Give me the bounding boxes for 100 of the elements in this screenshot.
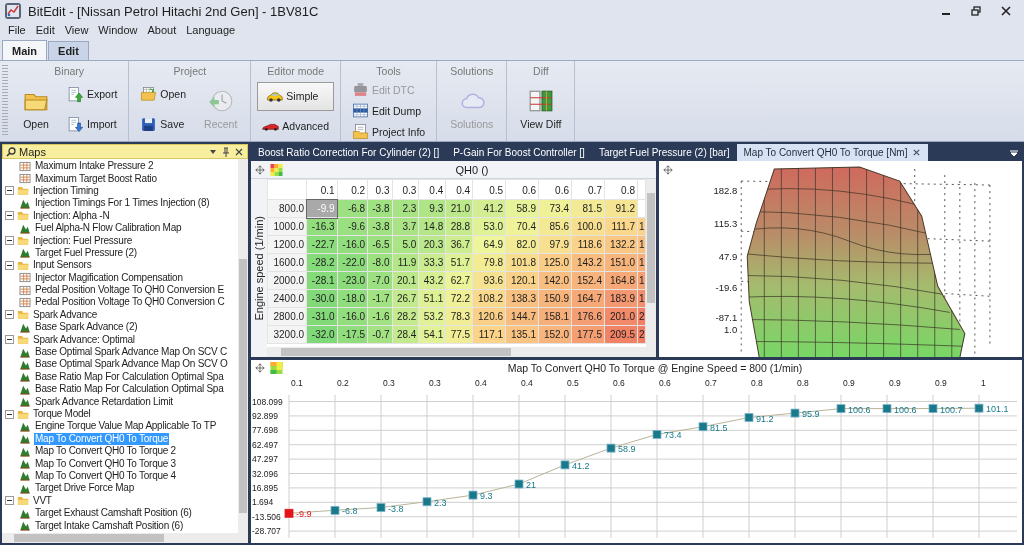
ribbon-button[interactable]: Export xyxy=(62,83,123,105)
tree-item[interactable]: Map To Convert QH0 To Torque 2 xyxy=(34,445,177,458)
tree-item[interactable]: Base Optimal Spark Advance Map On SCV C xyxy=(34,346,228,359)
tree-folder[interactable]: Spark Advance xyxy=(32,308,98,321)
ribbon-button[interactable]: Open xyxy=(135,83,192,105)
collapse-icon[interactable] xyxy=(5,409,14,419)
tree-item[interactable]: Target Intake Camshaft Position (6) xyxy=(34,519,184,532)
data-point[interactable] xyxy=(790,408,800,418)
table-cell[interactable]: 1 xyxy=(637,217,646,236)
collapse-icon[interactable] xyxy=(5,496,14,506)
data-point[interactable] xyxy=(652,430,662,439)
ribbon-button[interactable]: Simple xyxy=(257,81,335,111)
data-point[interactable] xyxy=(468,490,478,500)
collapse-icon[interactable] xyxy=(5,310,14,320)
ribbon-button[interactable]: Save xyxy=(135,113,192,135)
tree-item[interactable]: Injection Timings For 1 Times Injection (8) xyxy=(34,197,211,210)
table-cell[interactable]: 2 xyxy=(637,325,646,344)
data-point[interactable] xyxy=(284,508,294,518)
move-icon[interactable] xyxy=(255,164,265,175)
tree-item[interactable]: Pedal Position Voltage To QH0 Conversion C xyxy=(34,296,226,309)
tree-item[interactable]: Fuel Alpha-N Flow Calibration Map xyxy=(34,222,183,235)
data-point[interactable] xyxy=(376,503,386,512)
tree-folder[interactable]: VVT xyxy=(32,494,53,507)
table-cell[interactable]: 2 xyxy=(637,307,646,326)
data-point[interactable] xyxy=(928,404,938,413)
menu-item[interactable]: View xyxy=(59,24,94,36)
heatmap-icon[interactable] xyxy=(270,361,283,374)
data-point[interactable] xyxy=(836,404,846,414)
data-point[interactable] xyxy=(882,404,892,414)
menu-item[interactable]: File xyxy=(3,24,31,36)
tree-item[interactable]: Maximum Target Boost Ratio xyxy=(34,172,158,185)
move-icon[interactable] xyxy=(663,165,673,175)
ribbon-tab[interactable]: Edit xyxy=(48,41,89,60)
ribbon-tab[interactable]: Main xyxy=(2,40,48,60)
tree-item[interactable]: Base Ratio Map For Calculation Optimal Spa xyxy=(34,370,225,383)
tree-item[interactable]: Map To Convert QH0 To Torque 4 xyxy=(34,469,177,482)
data-point[interactable] xyxy=(744,413,754,422)
data-point[interactable] xyxy=(560,460,570,470)
ribbon-button[interactable]: Edit Dump xyxy=(347,100,431,121)
tree-item[interactable]: Base Ratio Map For Calculation Optimal Spa xyxy=(34,383,225,396)
menu-item[interactable]: Edit xyxy=(30,24,60,36)
tree-item[interactable]: Base Optimal Spark Advance Map On SCV O xyxy=(34,358,229,371)
menu-item[interactable]: Language xyxy=(181,24,241,36)
collapse-icon[interactable] xyxy=(5,260,14,270)
tree-item[interactable]: Spark Advance Retardation Limit xyxy=(34,395,174,408)
tree-folder[interactable]: Spark Advance: Optimal xyxy=(32,333,136,346)
table-cell[interactable]: 1 xyxy=(637,253,646,272)
ribbon-button[interactable]: Advanced xyxy=(257,115,335,137)
data-label: 91.2 xyxy=(756,413,774,424)
tree-item[interactable]: Maximum Intake Pressure 2 xyxy=(34,160,155,173)
tree-folder[interactable]: Input Sensors xyxy=(32,259,93,272)
collapse-icon[interactable] xyxy=(5,211,14,221)
tab-list-icon[interactable] xyxy=(1009,147,1019,158)
close-icon[interactable] xyxy=(1001,6,1011,16)
restore-icon[interactable] xyxy=(971,6,981,16)
tree-item[interactable]: Map To Convert QH0 To Torque 3 xyxy=(34,457,177,470)
tree-item[interactable]: Injector Magification Compensation xyxy=(34,271,184,284)
tree-item[interactable]: Target Drive Force Map xyxy=(34,482,135,495)
ribbon-button[interactable]: Import xyxy=(62,113,123,135)
document-tab[interactable]: Boost Ratio Correction For Cylinder (2) [] xyxy=(251,144,447,161)
tree-item[interactable]: Pedal Position Voltage To QH0 Conversion E xyxy=(34,284,225,297)
tree-folder[interactable]: Injection Timing xyxy=(32,184,100,197)
tree-item[interactable]: Engine Torque Value Map Applicable To TP xyxy=(34,420,218,433)
data-point[interactable] xyxy=(514,479,524,489)
close-icon[interactable] xyxy=(912,148,922,157)
data-point[interactable] xyxy=(330,505,340,515)
scrollbar[interactable] xyxy=(646,179,656,357)
folder-icon xyxy=(17,259,29,271)
ribbon-button[interactable]: Open xyxy=(16,85,56,133)
axis-tick-label: 0.4 xyxy=(475,378,487,388)
close-icon[interactable] xyxy=(234,146,244,157)
menu-item[interactable]: About xyxy=(142,24,182,36)
document-tab[interactable]: Target Fuel Pressure (2) [bar] xyxy=(591,144,737,161)
scrollbar[interactable] xyxy=(267,347,646,357)
move-icon[interactable] xyxy=(255,362,265,373)
table-cell[interactable]: 1 xyxy=(637,289,646,308)
tree-item[interactable]: Target Fuel Pressure (2) xyxy=(34,246,138,259)
tree-folder[interactable]: Torque Model xyxy=(32,408,92,420)
scrollbar[interactable] xyxy=(238,159,248,533)
menu-item[interactable]: Window xyxy=(93,24,143,36)
collapse-icon[interactable] xyxy=(5,335,14,345)
data-point[interactable] xyxy=(698,422,708,432)
tree-item[interactable]: Target Exhaust Camshaft Position (6) xyxy=(34,507,193,520)
data-point[interactable] xyxy=(974,403,984,413)
collapse-icon[interactable] xyxy=(5,186,14,196)
tree-folder[interactable]: Injection: Alpha -N xyxy=(32,209,111,222)
data-point[interactable] xyxy=(422,497,432,507)
document-tab[interactable]: Map To Convert QH0 To Torque [Nm] xyxy=(736,144,929,161)
ribbon-button[interactable]: Project Info xyxy=(347,121,431,142)
tree-folder[interactable]: Injection: Fuel Pressure xyxy=(32,234,134,247)
tree-item[interactable]: Base Spark Advance (2) xyxy=(34,321,139,334)
collapse-icon[interactable] xyxy=(5,236,14,246)
ribbon-button[interactable]: View Diff xyxy=(513,85,569,133)
table-cell[interactable]: 1 xyxy=(637,271,646,290)
data-point[interactable] xyxy=(606,443,616,453)
heatmap-icon[interactable] xyxy=(270,163,283,176)
pin-icon[interactable] xyxy=(221,146,231,157)
table-cell[interactable]: 1 xyxy=(637,235,646,254)
document-tab[interactable]: P-Gain For Boost Controller [] xyxy=(446,144,592,161)
scrollbar[interactable] xyxy=(2,533,248,543)
